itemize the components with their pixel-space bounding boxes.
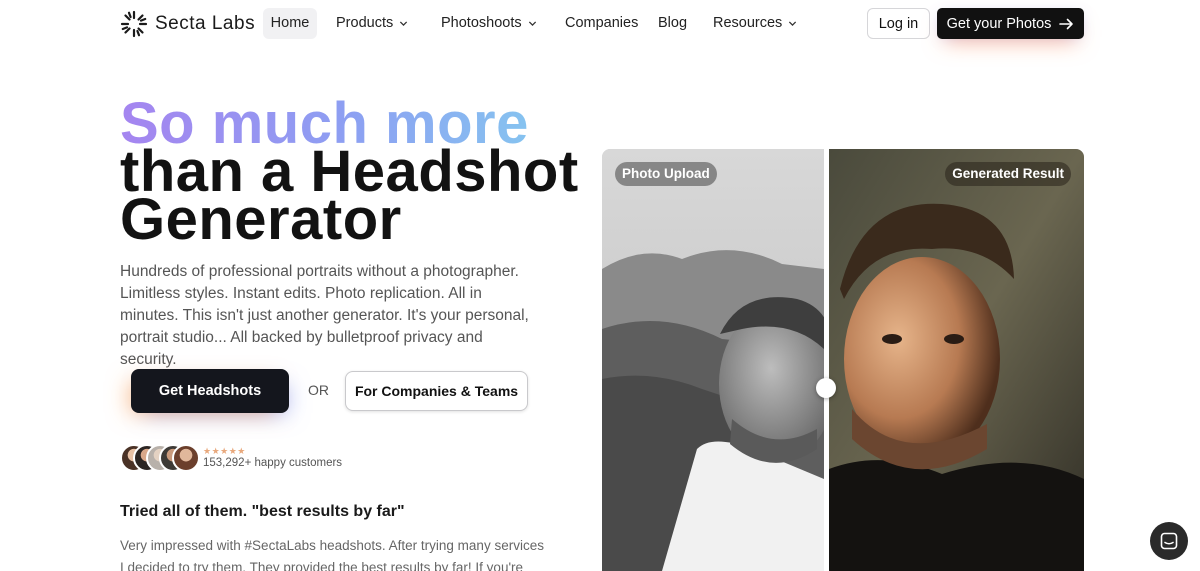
brand-name: Secta Labs [155,13,256,34]
nav-blog-label: Blog [658,15,688,31]
get-photos-label: Get your Photos [946,15,1052,32]
login-button[interactable]: Log in [867,8,930,39]
get-photos-button[interactable]: Get your Photos [937,8,1084,39]
chat-launcher-button[interactable] [1150,522,1188,560]
nav-resources-label: Resources [713,15,783,31]
before-after-comparison[interactable]: Photo Upload Generated Result [602,149,1084,571]
review-title: Tried all of them. "best results by far" [120,503,405,520]
chevron-down-icon [789,21,797,27]
nav-products[interactable]: Products [336,8,408,39]
nav-products-label: Products [336,15,394,31]
hero-description: Hundreds of professional portraits witho… [120,263,529,368]
for-companies-label: For Companies & Teams [354,383,519,399]
for-companies-button[interactable]: For Companies & Teams [345,371,528,411]
headline-line-3: Generator [120,187,402,252]
nav-companies[interactable]: Companies [565,8,638,39]
get-headshots-label: Get Headshots [158,383,262,399]
generated-result-label: Generated Result [945,162,1071,186]
customer-count: 153,292+ happy customers [203,457,343,469]
get-headshots-button[interactable]: Get Headshots [131,369,289,413]
nav-companies-label: Companies [565,15,639,31]
chevron-down-icon [400,21,408,27]
avatar [172,444,200,472]
nav-blog[interactable]: Blog [658,8,687,39]
comparison-slider-handle[interactable] [816,378,836,398]
or-separator: OR [308,382,329,398]
nav-photoshoots-label: Photoshoots [441,15,522,31]
brand-logo[interactable]: Secta Labs [120,10,255,38]
photo-upload-label: Photo Upload [615,162,717,186]
secta-logo-icon [120,10,148,38]
login-button-label: Log in [878,15,919,32]
comparison-photo [602,149,1084,571]
review-body: Very impressed with #SectaLabs headshots… [120,538,544,571]
nav-photoshoots[interactable]: Photoshoots [441,8,537,39]
arrow-right-icon [1059,18,1074,29]
chevron-down-icon [528,21,536,27]
top-navigation: Secta Labs Home Products Photoshoots Com… [0,0,1200,48]
rating-stars: ★★★★★ [203,446,246,456]
nav-home[interactable]: Home [263,8,317,39]
chat-icon [1160,532,1178,550]
nav-resources[interactable]: Resources [713,8,797,39]
nav-home-label: Home [270,15,310,31]
